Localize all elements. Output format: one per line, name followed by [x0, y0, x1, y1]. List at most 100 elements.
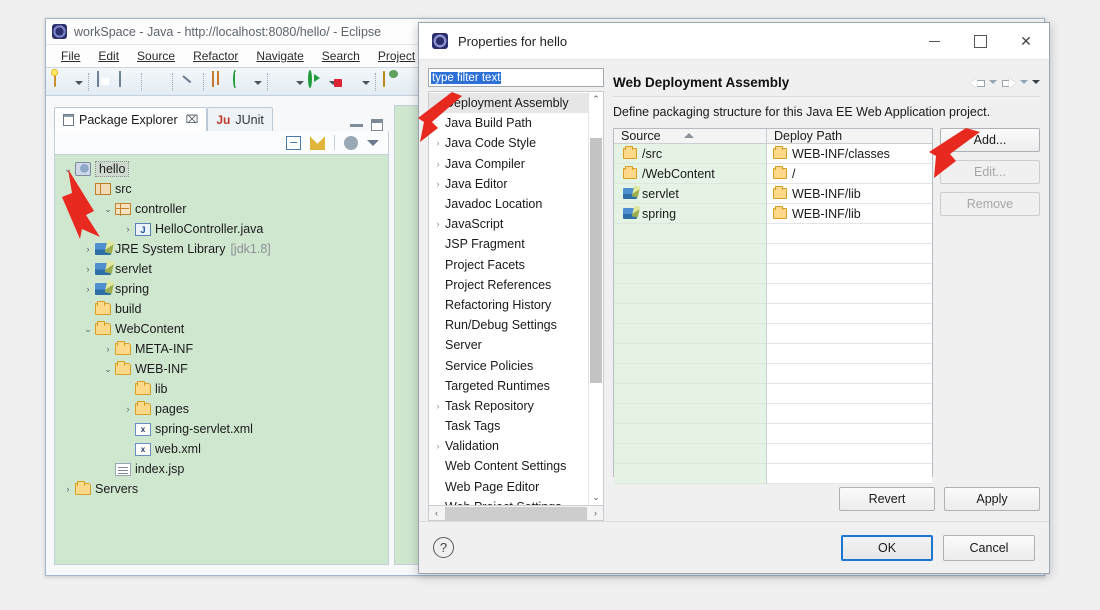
- menu-file[interactable]: File: [52, 47, 89, 65]
- menu-source[interactable]: Source: [128, 47, 184, 65]
- page-footer-buttons[interactable]: Revert Apply: [613, 477, 1040, 521]
- new-java-package-icon[interactable]: [209, 70, 229, 92]
- menu-search[interactable]: Search: [313, 47, 369, 65]
- tree-expander-icon[interactable]: ›: [431, 159, 445, 169]
- help-icon[interactable]: ?: [433, 537, 454, 558]
- tree-item[interactable]: ⌄ WebContent: [55, 319, 388, 339]
- preferences-tree-item[interactable]: › Java Code Style: [429, 133, 588, 153]
- tree-expander-icon[interactable]: ›: [121, 224, 135, 234]
- print-icon[interactable]: [147, 72, 167, 92]
- tree-expander-icon[interactable]: ›: [81, 244, 95, 254]
- cancel-button[interactable]: Cancel: [943, 534, 1035, 561]
- new-file-icon[interactable]: [52, 70, 72, 92]
- table-cell-deploy-path[interactable]: /: [767, 164, 932, 184]
- tree-item[interactable]: › J HelloController.java: [55, 219, 388, 239]
- column-header-source[interactable]: Source: [614, 129, 767, 143]
- tree-item[interactable]: › pages: [55, 399, 388, 419]
- tree-expander-icon[interactable]: ›: [431, 138, 445, 148]
- preferences-tree-item[interactable]: Project References: [429, 275, 588, 295]
- forward-dropdown-icon[interactable]: [1020, 80, 1028, 84]
- preferences-tree-item[interactable]: Java Build Path: [429, 113, 588, 133]
- preferences-tree-item[interactable]: Web Content Settings: [429, 456, 588, 476]
- preferences-tree[interactable]: Deployment Assembly Java Build Path › Java …: [428, 91, 604, 506]
- view-dropdown-icon[interactable]: [367, 139, 379, 146]
- dialog-action-buttons[interactable]: OK Cancel: [841, 534, 1035, 561]
- preferences-tree-item[interactable]: › Task Repository: [429, 396, 588, 416]
- table-cell-source[interactable]: /src: [614, 144, 766, 164]
- preferences-tree-item[interactable]: › Java Compiler: [429, 154, 588, 174]
- minimize-button[interactable]: [911, 23, 957, 60]
- revert-button[interactable]: Revert: [839, 487, 935, 511]
- add-button[interactable]: Add...: [940, 128, 1040, 152]
- refresh-dropdown-icon[interactable]: [253, 73, 262, 91]
- preferences-tree-item[interactable]: Targeted Runtimes: [429, 376, 588, 396]
- tree-expander-icon[interactable]: ⌄: [101, 204, 115, 215]
- tree-expander-icon[interactable]: ›: [81, 284, 95, 294]
- hscrollbar-thumb[interactable]: [445, 506, 587, 520]
- preferences-tree-item[interactable]: Project Facets: [429, 255, 588, 275]
- tree-expander-icon[interactable]: ›: [431, 219, 445, 229]
- tree-item[interactable]: x spring-servlet.xml: [55, 419, 388, 439]
- apply-button[interactable]: Apply: [944, 487, 1040, 511]
- view-menu-icon[interactable]: [1032, 80, 1040, 84]
- save-all-icon[interactable]: [116, 70, 136, 92]
- menu-navigate[interactable]: Navigate: [247, 47, 312, 65]
- tree-item[interactable]: › servlet: [55, 259, 388, 279]
- save-icon[interactable]: [94, 70, 114, 92]
- scroll-left-icon[interactable]: ‹: [429, 508, 444, 518]
- preferences-tree-item[interactable]: Run/Debug Settings: [429, 315, 588, 335]
- assembly-side-buttons[interactable]: Add... Edit... Remove: [940, 128, 1040, 477]
- table-header[interactable]: Source Deploy Path: [614, 129, 932, 144]
- preferences-tree-item[interactable]: › JavaScript: [429, 214, 588, 234]
- forward-arrow-icon[interactable]: [1001, 76, 1016, 89]
- tree-item[interactable]: › JRE System Library [jdk1.8]: [55, 239, 388, 259]
- project-tree[interactable]: ⌄ hello src ⌄ controller › J HelloController.ja…: [54, 155, 389, 565]
- tree-item[interactable]: › spring: [55, 279, 388, 299]
- tree-item[interactable]: x web.xml: [55, 439, 388, 459]
- scroll-right-icon[interactable]: ›: [588, 508, 603, 518]
- tree-item[interactable]: index.jsp: [55, 459, 388, 479]
- tree-item[interactable]: ⌄ WEB-INF: [55, 359, 388, 379]
- run-icon[interactable]: [306, 69, 326, 92]
- panel-window-buttons[interactable]: [350, 119, 389, 131]
- debug-icon[interactable]: [273, 72, 293, 92]
- debug-dropdown-icon[interactable]: [295, 73, 304, 91]
- table-cell-deploy-path[interactable]: WEB-INF/lib: [767, 204, 932, 224]
- close-button[interactable]: ✕: [1003, 23, 1049, 60]
- view-menu-icon[interactable]: [344, 135, 358, 150]
- tree-expander-icon[interactable]: ›: [121, 404, 135, 414]
- tree-expander-icon[interactable]: ›: [431, 179, 445, 189]
- collapse-all-icon[interactable]: [286, 135, 301, 150]
- tree-expander-icon[interactable]: ›: [61, 484, 75, 494]
- scrollbar-thumb[interactable]: [590, 138, 602, 383]
- preferences-tree-item[interactable]: › Validation: [429, 436, 588, 456]
- ok-button[interactable]: OK: [841, 534, 933, 561]
- run-server-icon[interactable]: [339, 72, 359, 92]
- preferences-tree-item[interactable]: Refactoring History: [429, 295, 588, 315]
- preferences-vertical-scrollbar[interactable]: ⌃ ⌄: [588, 92, 603, 505]
- menu-edit[interactable]: Edit: [89, 47, 128, 65]
- back-arrow-icon[interactable]: [970, 76, 985, 89]
- scroll-up-icon[interactable]: ⌃: [589, 92, 603, 107]
- preferences-tree-item[interactable]: Deployment Assembly: [429, 93, 588, 114]
- tree-expander-icon[interactable]: ›: [81, 264, 95, 274]
- tree-item[interactable]: lib: [55, 379, 388, 399]
- run-server-dropdown-icon[interactable]: [361, 73, 370, 91]
- tree-item[interactable]: build: [55, 299, 388, 319]
- tree-item[interactable]: › META-INF: [55, 339, 388, 359]
- dialog-window-buttons[interactable]: ✕: [911, 23, 1049, 59]
- column-header-deploy-path[interactable]: Deploy Path: [767, 129, 932, 143]
- table-cell-deploy-path[interactable]: WEB-INF/lib: [767, 184, 932, 204]
- menu-refactor[interactable]: Refactor: [184, 47, 247, 65]
- table-cell-deploy-path[interactable]: WEB-INF/classes: [767, 144, 932, 164]
- tab-junit[interactable]: Ju JUnit: [207, 107, 273, 131]
- preferences-tree-item[interactable]: › Java Editor: [429, 174, 588, 194]
- table-cell-source[interactable]: spring: [614, 204, 766, 224]
- maximize-panel-icon[interactable]: [371, 119, 383, 131]
- back-dropdown-icon[interactable]: [989, 80, 997, 84]
- link-with-editor-icon[interactable]: [310, 135, 325, 150]
- preferences-tree-item[interactable]: Service Policies: [429, 355, 588, 375]
- filter-input[interactable]: type filter text: [428, 68, 604, 87]
- table-rows[interactable]: /src/WebContent servlet spring WEB-INF/cla…: [614, 144, 932, 484]
- tree-item[interactable]: ⌄ controller: [55, 199, 388, 219]
